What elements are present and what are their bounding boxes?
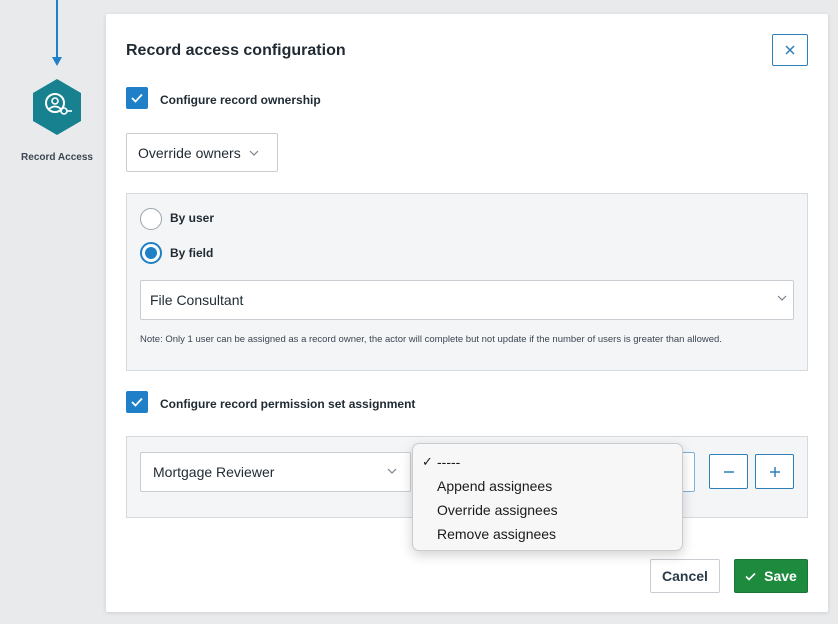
ownership-mode-value: Override owners bbox=[138, 144, 241, 161]
radio-by-user-label: By user bbox=[170, 211, 215, 225]
add-row-button[interactable] bbox=[755, 454, 794, 489]
checkmark-icon: ✓ bbox=[422, 454, 433, 469]
flow-arrow-icon bbox=[52, 57, 62, 66]
permission-set-select[interactable]: Mortgage Reviewer bbox=[140, 452, 411, 492]
save-button[interactable]: Save bbox=[734, 559, 808, 593]
check-icon bbox=[131, 93, 143, 103]
check-icon bbox=[745, 572, 756, 581]
owner-field-value: File Consultant bbox=[150, 292, 244, 308]
ownership-panel: By user By field File Consultant Note: O… bbox=[126, 193, 808, 371]
save-button-label: Save bbox=[764, 568, 797, 584]
menu-item-label: ----- bbox=[437, 454, 461, 470]
flow-connector bbox=[56, 0, 58, 58]
cancel-button[interactable]: Cancel bbox=[650, 559, 720, 593]
menu-item-label: Remove assignees bbox=[437, 526, 557, 542]
menu-item-label: Append assignees bbox=[437, 478, 553, 494]
owner-field-select[interactable]: File Consultant bbox=[140, 280, 794, 320]
check-icon bbox=[131, 397, 143, 407]
remove-row-button[interactable] bbox=[709, 454, 748, 489]
assignment-mode-menu: ✓ ----- Append assignees Override assign… bbox=[412, 443, 683, 551]
ownership-checkbox[interactable] bbox=[126, 87, 148, 109]
ownership-checkbox-label: Configure record ownership bbox=[160, 93, 321, 107]
menu-item-remove-assignees[interactable]: Remove assignees bbox=[413, 522, 682, 546]
radio-by-field[interactable] bbox=[140, 242, 162, 264]
record-access-icon[interactable] bbox=[30, 78, 84, 136]
node-label: Record Access bbox=[21, 152, 93, 163]
menu-item-none[interactable]: ✓ ----- bbox=[413, 450, 682, 474]
modal-title: Record access configuration bbox=[126, 42, 346, 59]
ownership-note: Note: Only 1 user can be assigned as a r… bbox=[140, 334, 722, 345]
menu-item-override-assignees[interactable]: Override assignees bbox=[413, 498, 682, 522]
permissions-checkbox[interactable] bbox=[126, 391, 148, 413]
flow-canvas: Record Access bbox=[0, 0, 106, 624]
permission-set-value: Mortgage Reviewer bbox=[153, 464, 275, 480]
chevron-down-icon bbox=[387, 468, 397, 474]
close-icon bbox=[785, 45, 795, 55]
plus-icon bbox=[769, 466, 780, 477]
chevron-down-icon bbox=[777, 295, 787, 301]
minus-icon bbox=[723, 470, 734, 473]
chevron-down-icon bbox=[249, 150, 259, 156]
ownership-mode-select[interactable]: Override owners bbox=[126, 133, 278, 172]
radio-by-field-label: By field bbox=[170, 246, 214, 260]
permissions-checkbox-label: Configure record permission set assignme… bbox=[160, 397, 416, 411]
menu-item-append-assignees[interactable]: Append assignees bbox=[413, 474, 682, 498]
radio-by-user[interactable] bbox=[140, 208, 162, 230]
close-button[interactable] bbox=[772, 34, 808, 66]
menu-item-label: Override assignees bbox=[437, 502, 558, 518]
